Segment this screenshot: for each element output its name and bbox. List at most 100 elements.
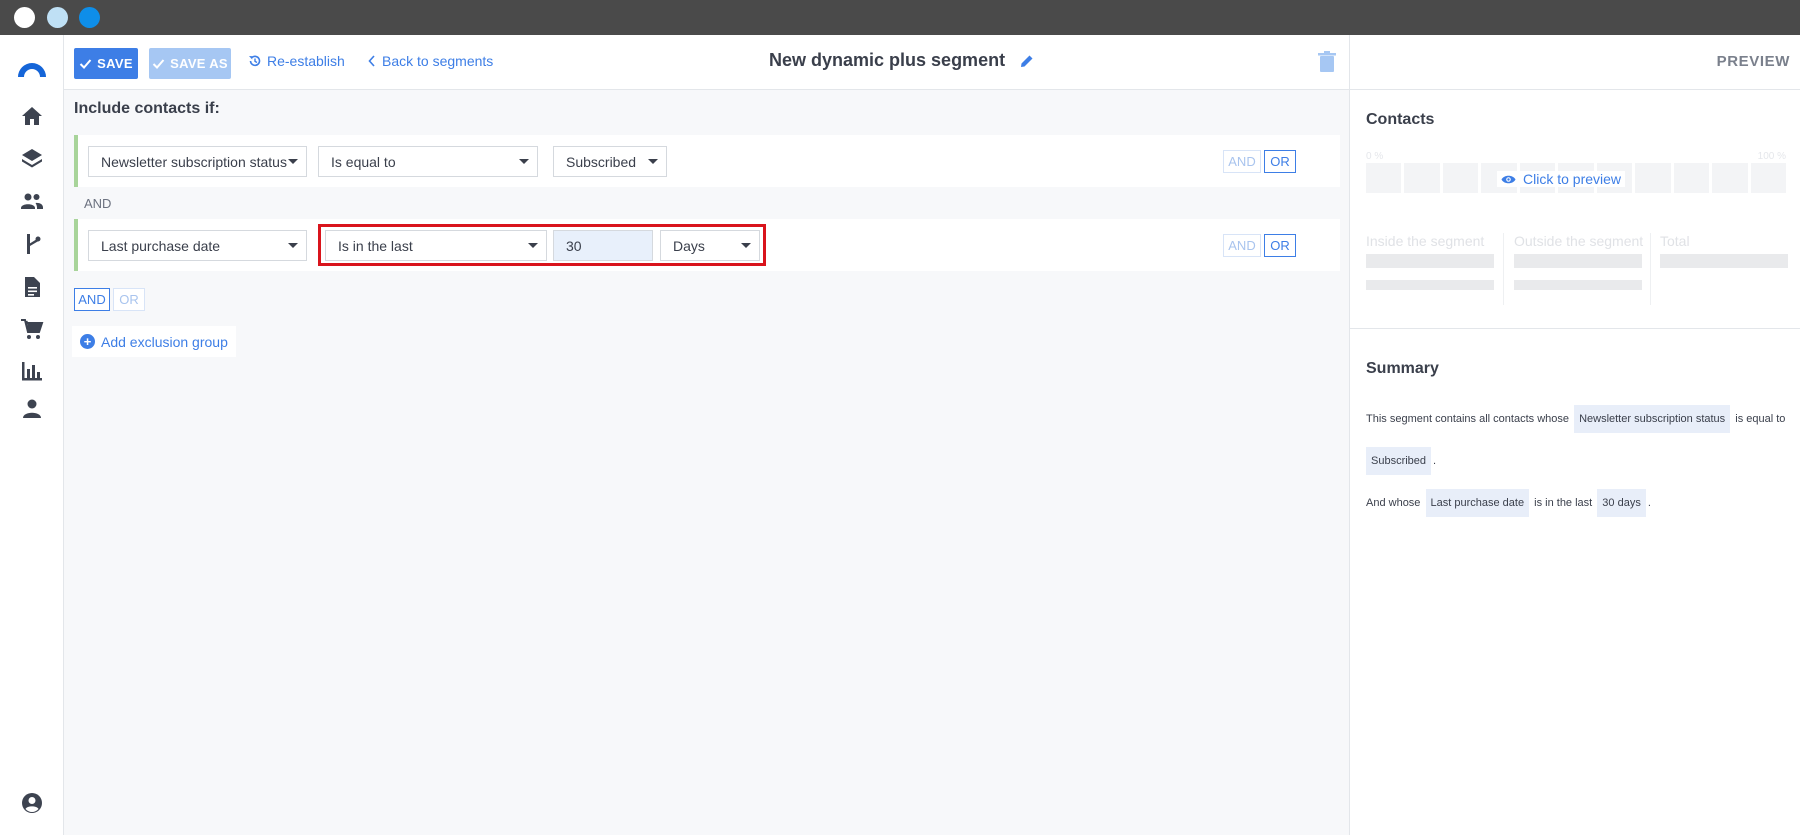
- condition-operator-value: Is equal to: [331, 153, 396, 170]
- preview-header: PREVIEW: [1350, 35, 1800, 90]
- stat-total-label: Total: [1660, 233, 1690, 249]
- contacts-title: Contacts: [1366, 111, 1435, 128]
- eye-icon: [1501, 175, 1516, 183]
- summary-chip: Subscribed: [1366, 447, 1432, 475]
- divider: [1350, 328, 1800, 329]
- save-as-button-label: SAVE AS: [170, 56, 228, 71]
- sidebar-item-users[interactable]: [18, 395, 46, 423]
- condition-operator-select[interactable]: Is in the last: [325, 230, 547, 261]
- sidebar-item-segments[interactable]: [18, 145, 46, 173]
- condition-field-select[interactable]: Last purchase date: [88, 230, 307, 261]
- workflow-icon: [27, 234, 41, 254]
- summary-line: Subscribed.: [1366, 440, 1796, 482]
- preview-panel: PREVIEW Contacts 0 % 100 % Click to prev…: [1349, 35, 1800, 835]
- summary-text-fragment: This segment contains all contacts whose: [1366, 413, 1569, 425]
- divider: [1650, 233, 1651, 305]
- pencil-icon[interactable]: [1019, 53, 1035, 69]
- reestablish-label: Re-establish: [267, 53, 345, 69]
- segment-name: New dynamic plus segment: [769, 50, 1006, 70]
- sidebar-item-documents[interactable]: [18, 273, 46, 301]
- home-icon: [22, 107, 42, 125]
- condition-and-button[interactable]: AND: [1223, 150, 1261, 173]
- percent-min-label: 0 %: [1366, 151, 1384, 162]
- sidebar-item-home[interactable]: [18, 102, 46, 130]
- back-to-segments-link[interactable]: Back to segments: [367, 53, 493, 69]
- summary-text-fragment: is in the last: [1534, 497, 1593, 509]
- condition-number-input[interactable]: 30: [553, 230, 653, 261]
- person-icon: [23, 399, 41, 418]
- reestablish-link[interactable]: Re-establish: [248, 53, 345, 69]
- group-and-button[interactable]: AND: [74, 288, 110, 311]
- window-close-button[interactable]: [14, 7, 35, 28]
- window-titlebar: [0, 0, 1800, 35]
- summary-title: Summary: [1366, 360, 1439, 377]
- summary-text-fragment: And whose: [1366, 497, 1421, 509]
- skeleton-bar: [1660, 254, 1788, 268]
- condition-operator-value: Is in the last: [338, 237, 413, 254]
- sidebar-item-reports[interactable]: [18, 357, 46, 385]
- layers-icon: [22, 149, 42, 168]
- top-toolbar: SAVE SAVE AS Re-establish Back to segmen…: [64, 35, 1349, 90]
- stat-outside-label: Outside the segment: [1514, 233, 1644, 249]
- skeleton-bar: [1366, 254, 1494, 268]
- contacts-icon: [21, 193, 43, 209]
- sidebar-item-contacts[interactable]: [18, 187, 46, 215]
- sidebar-item-workflows[interactable]: [18, 230, 46, 258]
- caret-down-icon: [519, 159, 529, 164]
- skeleton-bar: [1366, 280, 1494, 290]
- check-icon: [79, 59, 92, 69]
- stat-inside: Inside the segment: [1366, 233, 1494, 290]
- save-button[interactable]: SAVE: [74, 48, 138, 79]
- trash-icon[interactable]: [1317, 51, 1337, 73]
- condition-unit-select[interactable]: Days: [660, 230, 760, 261]
- condition-unit-value: Days: [673, 237, 705, 254]
- summary-text: This segment contains all contacts whose…: [1366, 398, 1796, 524]
- logo-icon: [18, 63, 46, 77]
- condition-field-select[interactable]: Newsletter subscription status: [88, 146, 307, 177]
- back-to-segments-label: Back to segments: [382, 53, 494, 69]
- condition-value-select[interactable]: Subscribed: [553, 146, 667, 177]
- condition-operator-select[interactable]: Is equal to: [318, 146, 538, 177]
- caret-down-icon: [288, 159, 298, 164]
- group-or-button[interactable]: OR: [113, 288, 145, 311]
- window-minimize-button[interactable]: [47, 7, 68, 28]
- click-to-preview-label: Click to preview: [1523, 171, 1622, 187]
- sidebar-item-ecommerce[interactable]: [18, 315, 46, 343]
- condition-join-label: AND: [84, 196, 112, 211]
- summary-chip: 30 days: [1597, 489, 1646, 517]
- check-icon: [152, 59, 165, 69]
- condition-row: Last purchase date Is in the last 30 Day…: [74, 219, 1340, 271]
- account-icon: [22, 793, 42, 813]
- segment-editor: Include contacts if: Newsletter subscrip…: [64, 90, 1349, 835]
- condition-row: Newsletter subscription status Is equal …: [74, 135, 1340, 187]
- summary-line: And whose Last purchase date is in the l…: [1366, 482, 1796, 524]
- click-to-preview-button[interactable]: Click to preview: [1497, 171, 1626, 187]
- stat-outside: Outside the segment: [1514, 233, 1644, 290]
- sidebar-item-account[interactable]: [18, 789, 46, 817]
- skeleton-bar: [1514, 254, 1642, 268]
- window-maximize-button[interactable]: [79, 7, 100, 28]
- cart-icon: [21, 319, 44, 339]
- condition-or-button[interactable]: OR: [1264, 234, 1296, 257]
- percent-max-label: 100 %: [1757, 151, 1786, 162]
- stat-total: Total: [1660, 233, 1788, 268]
- save-button-label: SAVE: [97, 56, 133, 71]
- add-exclusion-group-label: Add exclusion group: [101, 333, 228, 350]
- divider: [1503, 233, 1504, 305]
- caret-down-icon: [741, 243, 751, 248]
- document-icon: [25, 277, 40, 297]
- condition-and-button[interactable]: AND: [1223, 234, 1261, 257]
- save-as-button[interactable]: SAVE AS: [149, 48, 231, 79]
- history-icon: [249, 55, 261, 67]
- skeleton-bar: [1514, 280, 1642, 290]
- stat-inside-label: Inside the segment: [1366, 233, 1485, 249]
- chevron-left-icon: [368, 55, 375, 67]
- chart-icon: [22, 362, 42, 381]
- sidebar-nav: [0, 35, 64, 835]
- condition-field-value: Last purchase date: [101, 237, 221, 254]
- condition-or-button[interactable]: OR: [1264, 150, 1296, 173]
- summary-chip: Newsletter subscription status: [1574, 405, 1731, 433]
- add-exclusion-group-button[interactable]: + Add exclusion group: [72, 326, 236, 357]
- condition-field-value: Newsletter subscription status: [101, 153, 287, 170]
- summary-line: This segment contains all contacts whose…: [1366, 398, 1796, 440]
